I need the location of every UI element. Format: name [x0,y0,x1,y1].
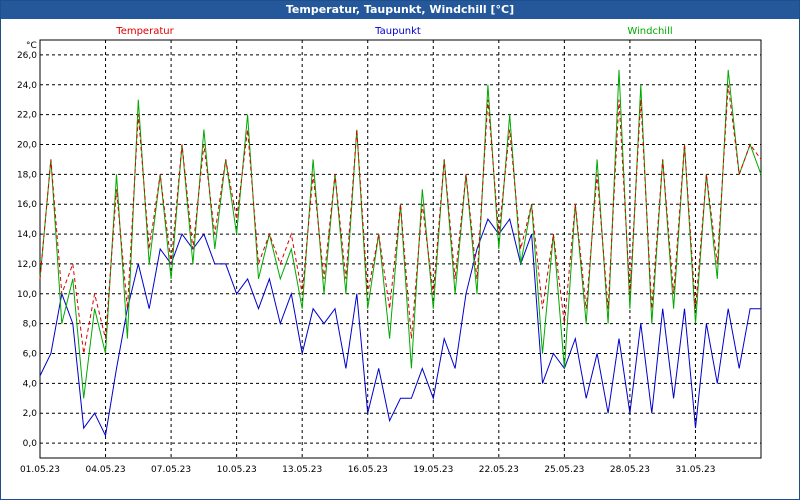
y-tick-label: 6,0 [23,350,38,360]
y-tick-label: 14,0 [17,230,37,240]
y-tick-label: 10,0 [17,290,37,300]
chart-canvas: 0,0 2,0 4,0 6,0 8,0 10,0 12,0 14,0 16,0 18,0 20,0 2… [17,26,762,475]
y-tick-label: 24,0 [17,81,37,91]
y-axis-unit: °C [26,41,37,51]
y-tick-label: 22,0 [17,111,37,121]
y-tick-label: 2,0 [23,409,38,419]
y-tick-label: 0,0 [23,439,38,449]
x-tick-label: 22.05.23 [479,465,519,475]
x-tick-label: 19.05.23 [413,465,453,475]
y-tick-label: 18,0 [17,170,37,180]
y-tick-label: 12,0 [17,260,37,270]
legend-item-taupunkt: Taupunkt [374,26,421,37]
x-tick-label: 07.05.23 [151,465,191,475]
x-tick-label: 01.05.23 [20,465,60,475]
legend-item-temperatur: Temperatur [115,26,174,37]
y-tick-label: 4,0 [23,379,38,389]
legend: Temperatur Taupunkt Windchill [115,26,672,37]
y-tick-label: 16,0 [17,200,37,210]
x-tick-label: 10.05.23 [217,465,257,475]
x-tick-label: 25.05.23 [544,465,584,475]
legend-item-windchill: Windchill [627,26,672,37]
x-tick-label: 16.05.23 [348,465,388,475]
x-tick-label: 13.05.23 [282,465,322,475]
x-tick-label: 31.05.23 [675,465,715,475]
y-tick-label: 8,0 [23,320,38,330]
y-tick-label: 20,0 [17,141,37,151]
x-tick-label: 28.05.23 [610,465,650,475]
x-tick-label: 04.05.23 [86,465,126,475]
y-tick-label: 26,0 [17,51,37,61]
